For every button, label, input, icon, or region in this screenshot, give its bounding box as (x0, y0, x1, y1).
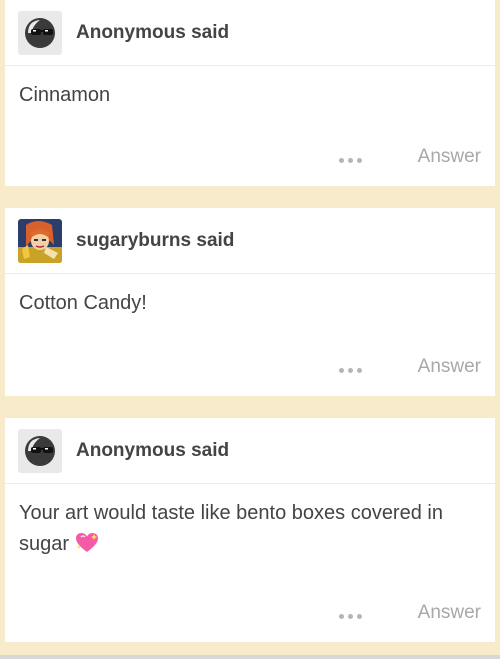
asker-name[interactable]: Anonymous (76, 22, 186, 43)
answer-button[interactable]: Answer (418, 146, 481, 168)
divider (0, 655, 500, 659)
question-text: Cinnamon (19, 84, 111, 106)
asker-name[interactable]: Anonymous (76, 440, 186, 461)
ask-feed: Anonymous said Cinnamon Answer sugarybur… (0, 0, 500, 659)
anonymous-sunglasses-icon[interactable] (18, 428, 62, 473)
sparkling-heart-emoji (75, 532, 99, 564)
ellipsis-icon[interactable] (335, 150, 365, 170)
ask-card: sugaryburns said Cotton Candy! Answer (5, 208, 495, 396)
question-text: Cotton Candy! (19, 292, 147, 314)
said-label: said (196, 229, 235, 251)
ellipsis-icon[interactable] (335, 360, 365, 380)
said-label: said (191, 21, 230, 43)
ellipsis-icon[interactable] (335, 606, 365, 626)
answer-button[interactable]: Answer (418, 602, 481, 624)
question-text: Your art would taste like bento boxes co… (5, 484, 495, 564)
ask-footer: Answer (5, 140, 495, 186)
ask-card: Anonymous said Your art would taste like… (5, 418, 495, 642)
anonymous-sunglasses-icon[interactable] (18, 10, 62, 55)
said-label: said (191, 439, 230, 461)
answer-button[interactable]: Answer (418, 356, 481, 378)
ask-header: Anonymous said (5, 0, 495, 66)
user-avatar-illustration[interactable] (18, 218, 62, 263)
ask-card: Anonymous said Cinnamon Answer (5, 0, 495, 186)
ask-header: Anonymous said (5, 418, 495, 484)
ask-footer: Answer (5, 350, 495, 396)
ask-header: sugaryburns said (5, 208, 495, 274)
asker-name[interactable]: sugaryburns (76, 230, 191, 251)
ask-footer: Answer (5, 596, 495, 642)
